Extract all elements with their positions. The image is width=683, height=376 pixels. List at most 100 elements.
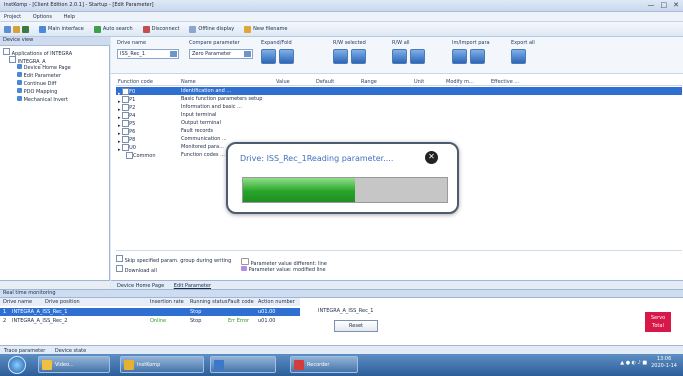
checkbox[interactable] [122,120,130,127]
parameter-ops-bar: Drive name ISS_Rec_1 Compare parameter Z… [111,37,683,74]
tray-icons[interactable]: ▲ ● ◐ ♪ ■ [620,360,647,366]
write-all-button[interactable] [410,49,425,64]
realtime-panel: Drive name Drive position Insertion rate… [0,298,683,345]
checkbox[interactable] [122,88,130,95]
download-all-option[interactable]: Download all [116,265,157,274]
table-row[interactable]: 1 INTEGRA_A_ISS_Rec_1 Stop u01.00 [0,308,300,316]
device-tree-panel: Device view Applications of INTEGRA INTE… [0,37,110,280]
chevron-down-icon [244,51,251,57]
window-controls: — □ ✕ [648,1,680,9]
col-effective[interactable]: Effective ... [491,79,519,85]
taskbar-app-video[interactable]: Video... [38,356,110,373]
col-modify[interactable]: Modify m... [446,79,474,85]
tree-item-applications[interactable]: Applications of INTEGRA [3,48,72,57]
page-icon [17,64,22,69]
open-icon[interactable] [13,25,20,33]
close-button[interactable]: ✕ [673,1,679,9]
legend-swatch [241,258,249,265]
clock[interactable]: 13:06 2020-1-14 [651,356,677,370]
new-filename-button[interactable]: New filename [244,25,287,33]
menu-project[interactable]: Project [4,14,21,20]
checkbox[interactable] [122,144,130,151]
close-icon[interactable]: ✕ [425,151,438,164]
expand-icon[interactable] [9,56,16,63]
reset-button[interactable]: Reset [334,320,378,332]
auto-search-button[interactable]: Auto search [93,25,133,33]
table-row[interactable]: ▸ P2 Information and basic ... [116,103,682,113]
table-row[interactable]: ▸ P5 Output terminal [116,119,682,129]
rw-selected-group: R/W selected [333,40,383,66]
col-default[interactable]: Default [316,79,334,85]
tree-item-mechanical-invert[interactable]: Mechanical Invert [3,96,72,104]
menu-help[interactable]: Help [64,14,75,20]
col-unit[interactable]: Unit [414,79,424,85]
page-icon [17,96,22,101]
checkbox[interactable] [122,136,130,143]
display-icon [189,25,197,33]
toolbar-icons [4,25,29,33]
tree-item-pdo-mapping[interactable]: PDO Mapping [3,88,72,96]
new-icon[interactable] [4,25,11,33]
selected-drive-label: INTEGRA_A_ISS_Rec_1 [318,308,374,314]
drive-name-label: Drive name [117,40,147,46]
progress-message: Drive: ISS_Rec_1Reading parameter.... [240,154,394,163]
col-range[interactable]: Range [361,79,377,85]
tree-item-edit-parameter[interactable]: Edit Parameter [3,72,72,80]
search-icon [93,25,101,33]
tree-item-continue-diff[interactable]: Continue Diff [3,80,72,88]
col-function-code[interactable]: Function code [118,79,153,85]
offline-display-button[interactable]: Offline display [189,25,234,33]
checkbox[interactable] [122,112,130,119]
taskbar-app-3[interactable] [210,356,276,373]
radio[interactable] [116,265,123,272]
maximize-button[interactable]: □ [661,1,668,9]
compare-select[interactable]: Zero Parameter [189,49,253,59]
realtime-header: Real time monitoring [0,289,683,298]
import-button[interactable] [452,49,467,64]
menu-bar: Project Options Help [0,12,683,22]
taskbar-app-instkomp[interactable]: InstKomp [120,356,204,373]
tree-item-integra-a[interactable]: INTEGRA_A [3,56,72,65]
servo-badge: Servo Total [645,312,671,332]
start-button[interactable] [8,356,26,374]
disconnect-button[interactable]: Disconnect [142,25,179,33]
checkbox[interactable] [116,255,123,262]
main-interface-button[interactable]: Main interface [39,25,84,33]
write-selected-button[interactable] [351,49,366,64]
skip-group-option[interactable]: Skip specified param. group during writi… [116,255,231,264]
table-row[interactable]: ▸ P4 Input terminal [116,111,682,121]
legend-modified: Parameter value: modified line [241,266,326,273]
window-titlebar: InstKomp - [Client Edition 2.0.1] - Star… [0,0,683,12]
table-row[interactable]: ▸ P1 Basic function parameters setup [116,95,682,105]
tree-item-device-home[interactable]: Device Home Page [3,64,72,72]
checkbox[interactable] [122,104,130,111]
table-row[interactable]: ▸ P6 Fault records [116,127,682,137]
save-icon[interactable] [22,25,29,33]
read-selected-button[interactable] [333,49,348,64]
page-icon [17,88,22,93]
expand-button[interactable] [261,49,276,64]
rw-selected-label: R/W selected [333,40,366,46]
compare-label: Compare parameter [189,40,240,46]
checkbox[interactable] [122,128,130,135]
taskbar-app-recorder[interactable]: Recorder [290,356,358,373]
upload-button[interactable] [470,49,485,64]
minimize-button[interactable]: — [648,1,655,9]
drive-name-select[interactable]: ISS_Rec_1 [117,49,179,59]
chevron-down-icon [170,51,177,57]
table-row[interactable]: ▸ F0 Identification and ... [116,87,682,97]
table-row[interactable]: 2 INTEGRA_A_ISS_Rec_2 Online Stop Err Err… [0,317,300,325]
realtime-table-header: Drive name Drive position Insertion rate… [0,298,300,306]
export-button[interactable] [511,49,526,64]
fold-button[interactable] [279,49,294,64]
rw-all-group: R/W all [392,40,432,66]
col-name[interactable]: Name [181,79,196,85]
left-scrollbar[interactable] [0,280,110,289]
system-tray: ▲ ● ◐ ♪ ■ 13:06 2020-1-14 [620,356,677,370]
expand-icon[interactable] [3,48,10,55]
read-all-button[interactable] [392,49,407,64]
checkbox[interactable] [122,96,130,103]
col-value[interactable]: Value [276,79,290,85]
checkbox[interactable] [126,152,133,159]
menu-options[interactable]: Options [33,14,52,20]
